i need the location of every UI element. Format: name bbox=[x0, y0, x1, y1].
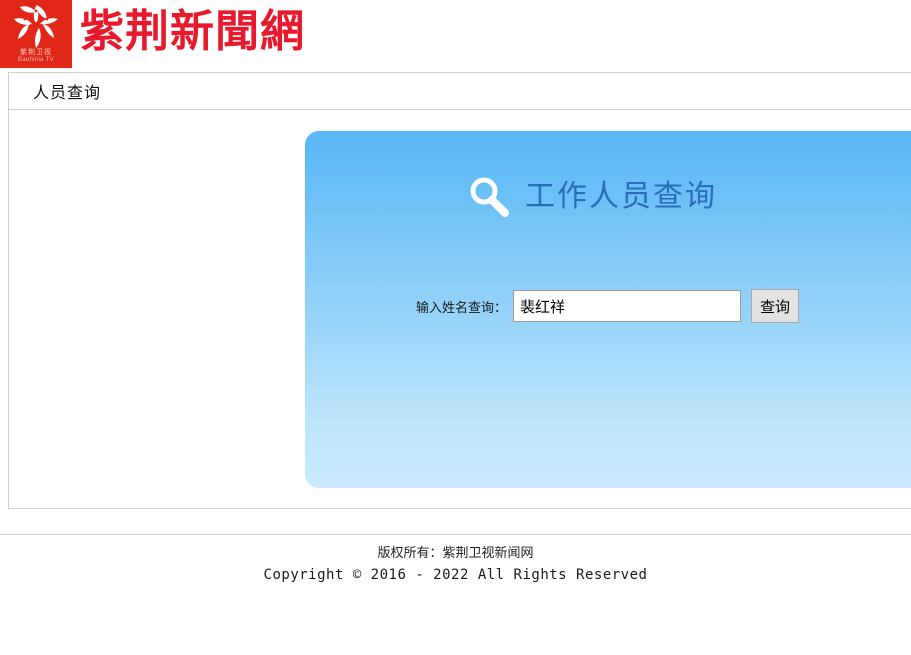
site-title: 紫荆新聞網 bbox=[80, 6, 305, 57]
footer-copyright-cn: 版权所有：紫荆卫视新闻网 bbox=[377, 546, 534, 561]
name-search-input[interactable] bbox=[513, 290, 742, 322]
search-submit-button[interactable]: 查询 bbox=[751, 289, 800, 323]
nav-bar: 人员查询 bbox=[8, 72, 911, 110]
site-header: 紫荆卫视 Bauhinia TV 紫荆新聞網 bbox=[0, 0, 911, 72]
search-row: 输入姓名查询： 查询 bbox=[305, 221, 911, 323]
staff-query-panel: 工作人员查询 输入姓名查询： 查询 bbox=[305, 131, 911, 488]
logo-english-text: Bauhinia TV bbox=[18, 57, 54, 63]
panel-header: 工作人员查询 bbox=[305, 131, 911, 221]
panel-title: 工作人员查询 bbox=[525, 179, 717, 214]
logo-chinese-text: 紫荆卫视 bbox=[20, 48, 52, 56]
site-footer: 版权所有：紫荆卫视新闻网 Copyright © 2016 - 2022 All… bbox=[0, 535, 911, 586]
magnifier-icon bbox=[470, 177, 509, 217]
nav-item-personnel-query[interactable]: 人员查询 bbox=[33, 79, 101, 103]
content-area: 工作人员查询 输入姓名查询： 查询 bbox=[8, 110, 911, 509]
brand-logo[interactable]: 紫荆卫视 Bauhinia TV bbox=[0, 0, 72, 68]
search-label: 输入姓名查询： bbox=[416, 300, 508, 316]
footer-copyright-en: Copyright © 2016 - 2022 All Rights Reser… bbox=[263, 567, 648, 583]
bauhinia-flower-icon bbox=[14, 5, 58, 48]
